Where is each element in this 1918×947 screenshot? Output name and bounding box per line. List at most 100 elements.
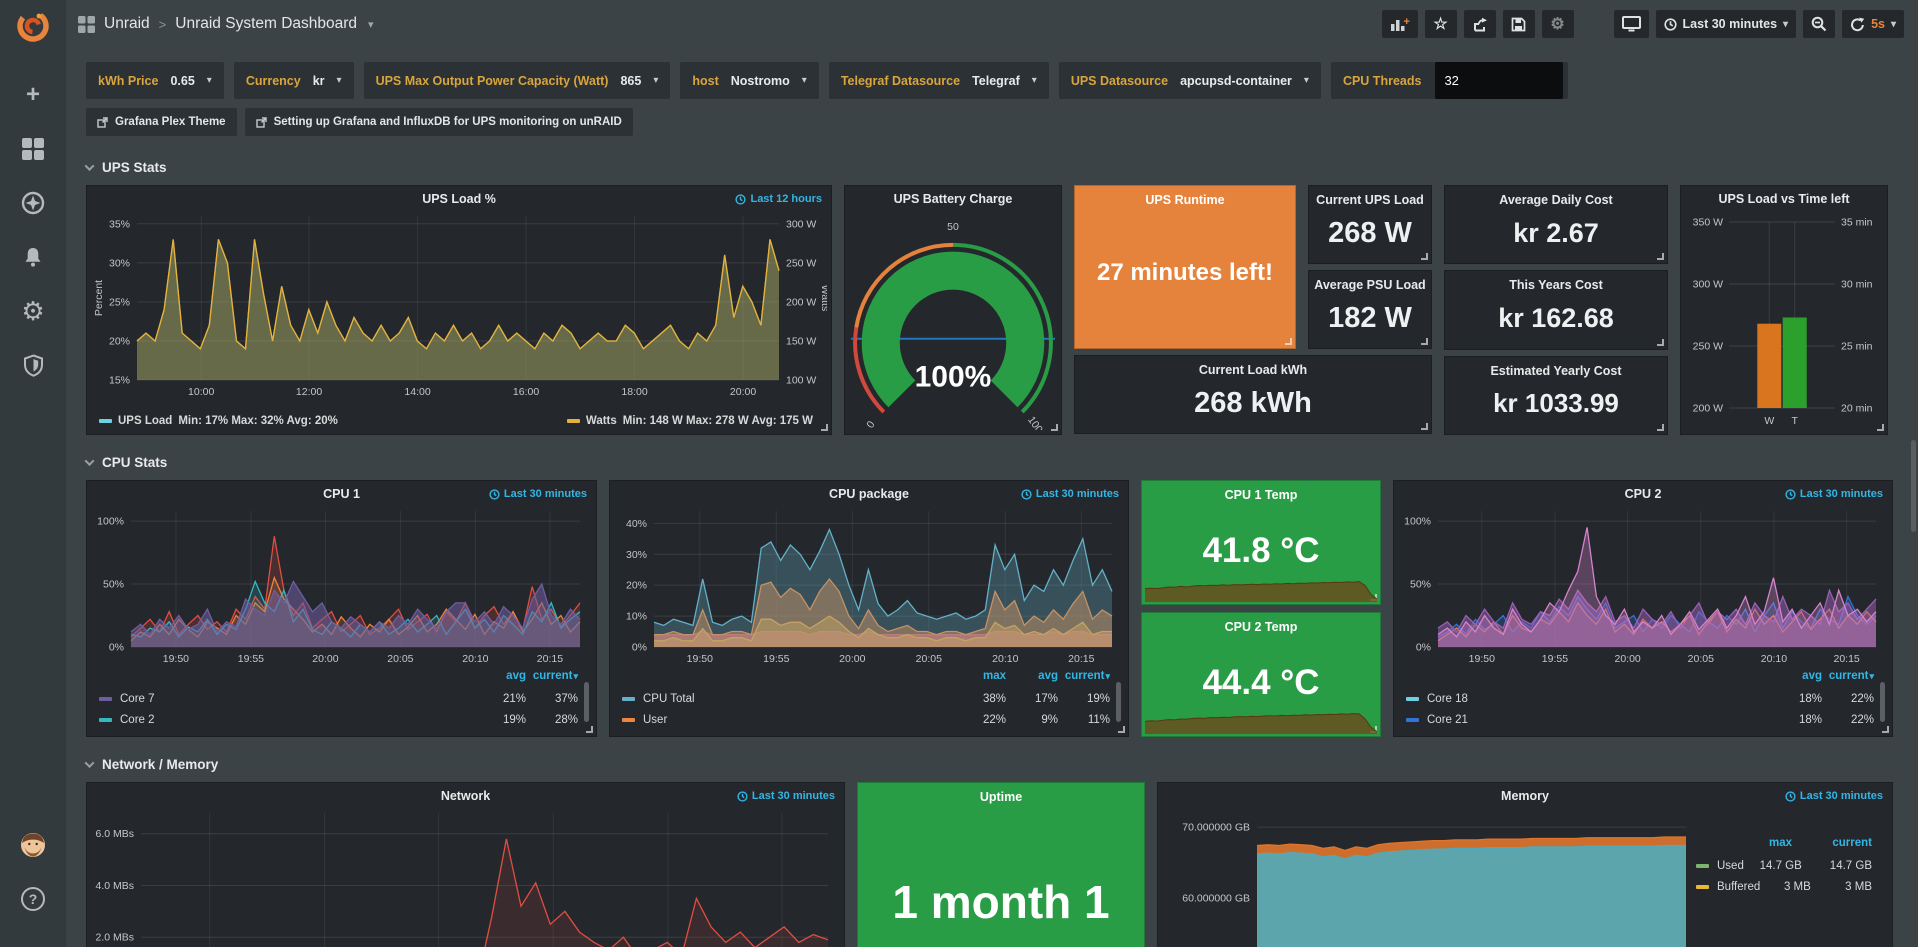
legend-series-name[interactable]: CPU Total [622,693,954,705]
legend-col-current[interactable]: current [1822,670,1874,688]
legend-series-name[interactable]: Core 2 [99,714,474,726]
legend-series-name[interactable]: Core 7 [99,693,474,705]
chevron-down-icon [85,161,95,171]
legend-series-name[interactable]: Used [1696,860,1744,872]
memory-legend: maxcurrent Used14.7 GB14.7 GB Buffered3 … [1696,807,1888,947]
panel-time-range[interactable]: Last 30 minutes [489,488,587,500]
legend-col-avg[interactable]: avg [1770,670,1822,688]
variable-ups-max-power[interactable]: UPS Max Output Power Capacity (Watt) 865… [364,62,671,99]
breadcrumb-app[interactable]: Unraid [104,15,150,33]
save-dashboard-button[interactable] [1503,10,1535,38]
dashboard-settings-button[interactable]: ⚙ [1542,10,1574,38]
variable-host[interactable]: host Nostromo ▾ [680,62,818,99]
panel-cpu-package: CPU package Last 30 minutes 0%10%20%30%4… [609,480,1129,737]
legend-col-avg[interactable]: avg [1006,670,1058,688]
cpu-threads-input[interactable]: 32 [1435,62,1563,99]
cpu-package-chart[interactable]: 0%10%20%30%40%19:5019:5520:0020:0520:102… [614,505,1124,665]
stat-title[interactable]: Uptime [858,790,1144,804]
panel-title[interactable]: UPS Load vs Time left [1681,192,1887,206]
panel-time-range[interactable]: Last 30 minutes [1021,488,1119,500]
dashboards-grid-icon[interactable] [13,129,53,169]
alerting-bell-icon[interactable] [13,237,53,277]
stat-title[interactable]: Average Daily Cost [1445,193,1667,207]
panel-title[interactable]: UPS Load % [87,192,831,206]
panel-title[interactable]: UPS Battery Charge [845,192,1061,206]
section-cpu-stats[interactable]: CPU Stats [86,449,1893,475]
panel-time-range[interactable]: Last 30 minutes [737,790,835,802]
legend-col-current[interactable]: current [1792,837,1872,855]
variable-ups-datasource[interactable]: UPS Datasource apcupsd-container ▾ [1059,62,1321,99]
cpu1-chart[interactable]: 0%50%100%19:5019:5520:0020:0520:1020:15 [91,505,592,665]
svg-text:30 min: 30 min [1841,279,1873,291]
panel-title[interactable]: Memory [1158,789,1892,803]
user-avatar[interactable] [13,825,53,865]
legend-col-avg[interactable]: avg [474,670,526,688]
legend-series-name[interactable]: Watts [586,415,617,427]
legend-scrollbar[interactable] [1116,682,1121,722]
section-network-memory[interactable]: Network / Memory [86,751,1893,777]
stat-title[interactable]: Current Load kWh [1075,363,1431,377]
time-range-label: Last 30 minutes [1683,17,1777,31]
stat-title[interactable]: CPU 2 Temp [1142,620,1380,634]
legend-col-current[interactable]: current [526,670,578,688]
memory-panel-body: 50.000000 GB60.000000 GB70.000000 GB max… [1162,807,1888,947]
share-dashboard-button[interactable] [1464,10,1496,38]
memory-chart[interactable]: 50.000000 GB60.000000 GB70.000000 GB [1162,807,1696,947]
page-scrollbar-thumb[interactable] [1911,440,1916,532]
breadcrumb-page-title[interactable]: Unraid System Dashboard [175,15,357,33]
legend-series-name[interactable]: UPS Load [118,415,172,427]
stat-title[interactable]: Estimated Yearly Cost [1445,364,1667,378]
time-range-picker[interactable]: Last 30 minutes ▾ [1656,10,1797,38]
section-ups-stats[interactable]: UPS Stats [86,154,1893,180]
ups-load-chart[interactable]: 15%20%25%30%35%100 W150 W200 W250 W300 W… [91,210,827,398]
legend-col-max[interactable]: max [1726,837,1792,855]
legend-series-name[interactable]: Core 21 [1406,714,1770,726]
time-range-caret-icon: ▾ [1783,19,1788,30]
stat-title[interactable]: Current UPS Load [1309,193,1431,207]
legend-col-current[interactable]: current [1058,670,1110,688]
stat-title[interactable]: This Years Cost [1445,278,1667,292]
variable-currency[interactable]: Currency kr ▾ [234,62,354,99]
variable-label: UPS Max Output Power Capacity (Watt) [376,74,609,88]
mark-favorite-button[interactable]: ☆ [1425,10,1457,38]
configuration-gear-icon[interactable]: ⚙ [13,291,53,331]
stat-title[interactable]: UPS Runtime [1075,193,1295,207]
svg-text:50%: 50% [103,579,124,591]
variable-telegraf-datasource[interactable]: Telegraf Datasource Telegraf ▾ [829,62,1049,99]
zoom-out-button[interactable] [1803,10,1835,38]
legend-series-name[interactable]: Buffered [1696,881,1760,893]
cycle-view-button[interactable] [1614,10,1649,38]
link-grafana-plex-theme[interactable]: Grafana Plex Theme [86,108,237,136]
legend-series-name[interactable]: User [622,714,954,726]
variable-kwh-price[interactable]: kWh Price 0.65 ▾ [86,62,224,99]
help-circle-icon[interactable]: ? [13,879,53,919]
breadcrumb-caret-icon[interactable]: ▾ [368,18,374,31]
stat-title[interactable]: CPU 1 Temp [1142,488,1380,502]
panel-time-range[interactable]: Last 12 hours [735,193,822,205]
cpu2-chart[interactable]: 0%50%100%19:5019:5520:0020:0520:1020:15 [1398,505,1888,665]
panel-title[interactable]: Network [87,789,844,803]
admin-shield-icon[interactable] [13,345,53,385]
panel-average-daily-cost: Average Daily Cost kr 2.67 [1444,185,1668,264]
panel-time-range[interactable]: Last 30 minutes [1785,488,1883,500]
legend-col-max[interactable]: max [954,670,1006,688]
explore-compass-icon[interactable] [13,183,53,223]
legend-scrollbar[interactable] [584,682,589,722]
ups-load-vs-time-chart[interactable]: 200 W20 min250 W25 min300 W30 min350 W35… [1681,212,1887,430]
create-plus-icon[interactable]: + [13,75,53,115]
svg-text:10%: 10% [626,611,647,623]
link-ups-monitoring-guide[interactable]: Setting up Grafana and InfluxDB for UPS … [245,108,633,136]
refresh-picker[interactable]: 5s ▾ [1842,10,1904,38]
legend-series-name[interactable]: Core 18 [1406,693,1770,705]
legend-scrollbar[interactable] [1880,682,1885,722]
panel-time-range[interactable]: Last 30 minutes [1785,790,1883,802]
apps-grid-icon[interactable] [78,16,95,33]
battery-gauge[interactable]: 02050100100% [845,212,1061,430]
temp-sparkline [1145,704,1377,734]
add-panel-button[interactable]: + [1382,10,1418,38]
stat-title[interactable]: Average PSU Load [1309,278,1431,292]
grafana-logo-icon[interactable] [15,8,51,49]
network-chart[interactable]: 2.0 MBs4.0 MBs6.0 MBs [91,807,840,947]
stat-value: 1 month 1 [858,875,1144,929]
svg-text:30%: 30% [109,257,130,269]
